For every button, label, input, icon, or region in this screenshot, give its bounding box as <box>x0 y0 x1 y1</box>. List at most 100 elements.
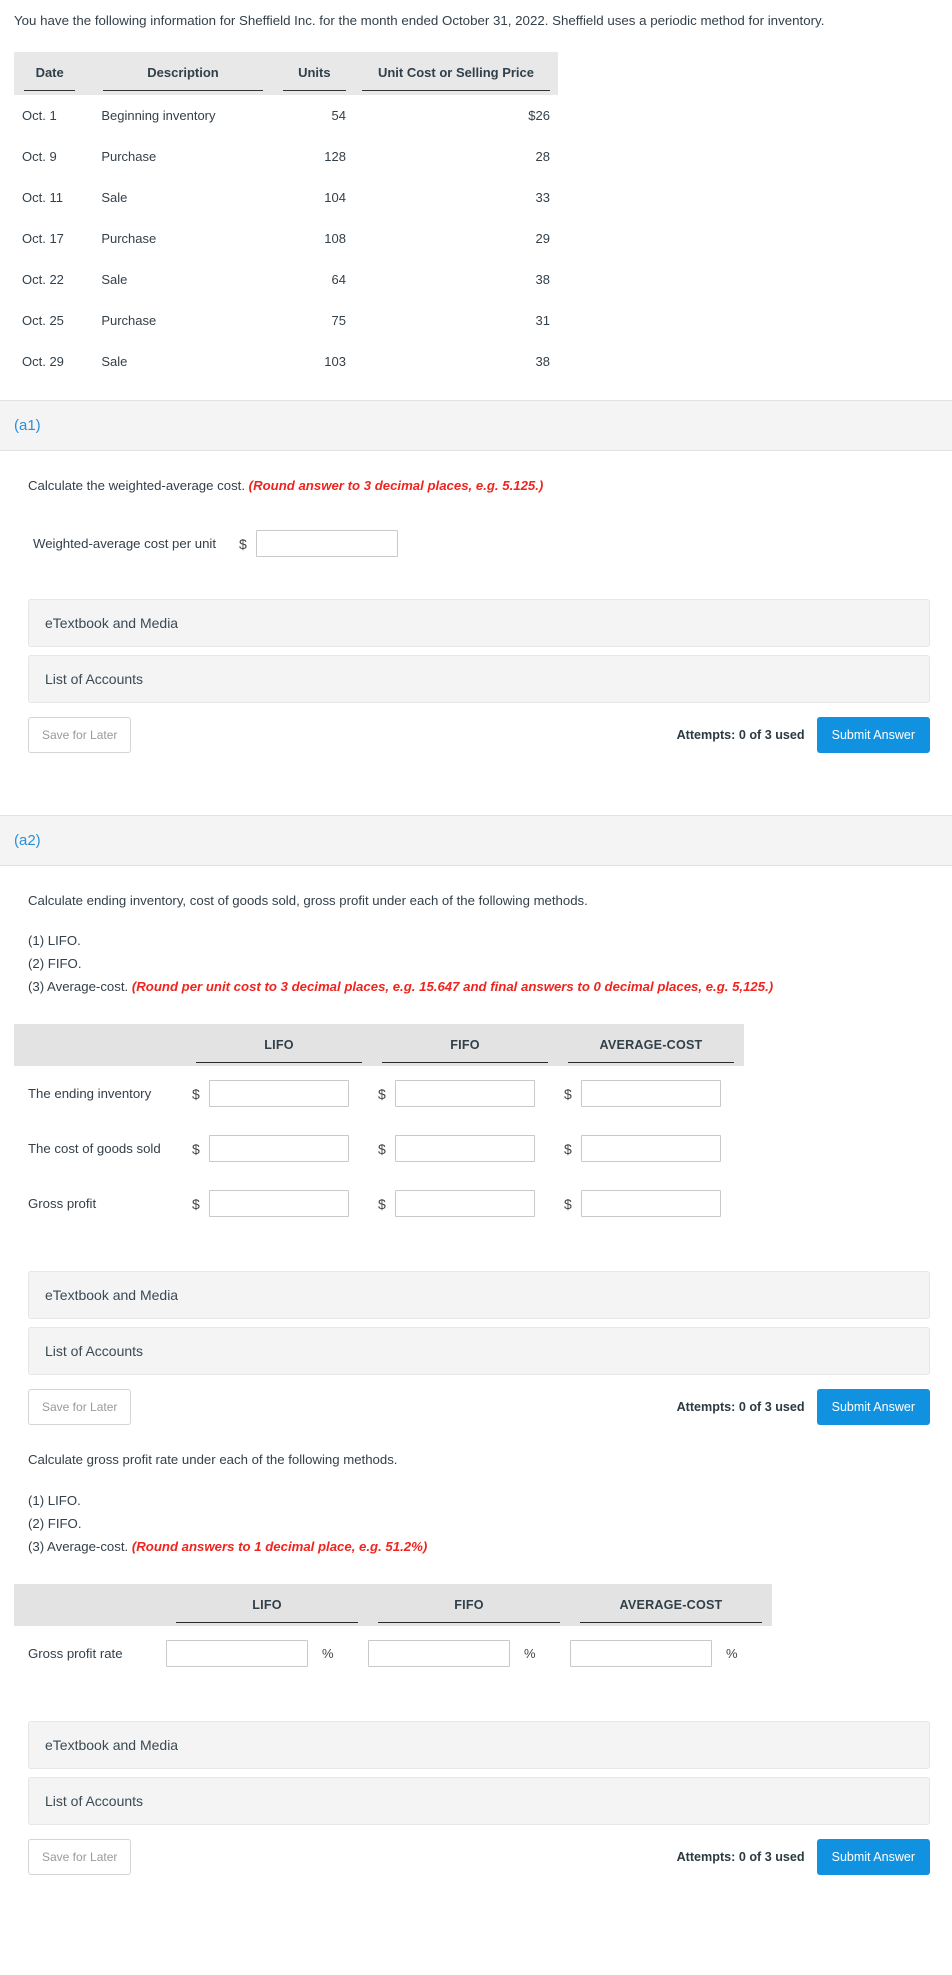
dollar-sign-icon: $ <box>239 535 247 552</box>
table-row: Oct. 25 Purchase 75 31 <box>14 299 558 341</box>
method-label: (2) FIFO. <box>28 956 82 972</box>
gross-profit-lifo-input[interactable] <box>208 1190 349 1218</box>
gross-profit-rate-fifo-input[interactable] <box>368 1639 510 1667</box>
methods-grid-wrap-a2: LIFO FIFO AVERAGE-COST The ending invent… <box>0 1024 952 1231</box>
list-of-accounts-a2[interactable]: List of Accounts <box>28 1327 930 1376</box>
grid-cell-lifo: $ <box>186 1176 372 1231</box>
attempts-counter-a3: Attempts: 0 of 3 used <box>676 1849 805 1864</box>
percent-sign-icon: % <box>524 1645 536 1661</box>
part-label-a1: (a1) <box>0 399 952 451</box>
save-for-later-button-a1[interactable]: Save for Later <box>28 717 132 754</box>
weighted-average-answer-row: Weighted-average cost per unit $ <box>28 530 938 558</box>
ending-inventory-average-cost-input[interactable] <box>580 1080 721 1108</box>
gross-profit-average-cost-input[interactable] <box>580 1190 721 1218</box>
grid-cell-lifo: % <box>166 1626 368 1681</box>
cell-description: Beginning inventory <box>93 94 275 136</box>
save-for-later-button-a3[interactable]: Save for Later <box>28 1838 132 1875</box>
submit-answer-button-a3[interactable]: Submit Answer <box>816 1838 930 1875</box>
part-a2-actions: Save for Later Attempts: 0 of 3 used Sub… <box>0 1389 952 1426</box>
grid-cell-lifo: $ <box>186 1121 372 1176</box>
part-a3-body: Calculate gross profit rate under each o… <box>0 1449 952 1557</box>
etextbook-and-media-a1[interactable]: eTextbook and Media <box>28 599 930 648</box>
cogs-fifo-input[interactable] <box>394 1135 535 1163</box>
cell-price: 31 <box>353 299 558 341</box>
cell-units: 108 <box>274 217 354 259</box>
grid-cell-lifo: $ <box>186 1066 372 1121</box>
gross-profit-rate-lifo-input[interactable] <box>166 1639 308 1667</box>
cell-description: Purchase <box>93 299 275 341</box>
page-bottom-spacer <box>0 1875 952 1975</box>
assignment-page: You have the following information for S… <box>0 0 952 1975</box>
method-list-a3: (1) LIFO. (2) FIFO. (3) Average-cost. (R… <box>28 1489 938 1558</box>
cogs-lifo-input[interactable] <box>208 1135 349 1163</box>
cell-units: 128 <box>274 135 354 177</box>
intro-text: You have the following information for S… <box>14 13 825 28</box>
gross-profit-rate-average-cost-input[interactable] <box>570 1639 712 1667</box>
cell-units: 64 <box>274 258 354 300</box>
list-of-accounts-a3[interactable]: List of Accounts <box>28 1776 930 1825</box>
grid-row-label: Gross profit <box>28 1196 97 1212</box>
grid-header-fifo: FIFO <box>368 1583 570 1626</box>
method-label: (3) Average-cost. <box>28 979 129 995</box>
table-row: Oct. 17 Purchase 108 29 <box>14 217 558 259</box>
method-item: (2) FIFO. <box>28 1512 938 1535</box>
etextbook-and-media-a2[interactable]: eTextbook and Media <box>28 1271 930 1320</box>
methods-grid-body-a2: The ending inventory $ $ $ The cost of g… <box>14 1066 744 1231</box>
dollar-sign-icon: $ <box>192 1140 200 1157</box>
part-a2-resources: eTextbook and Media List of Accounts <box>0 1271 952 1376</box>
table-row: Oct. 22 Sale 64 38 <box>14 258 558 300</box>
cell-date: Oct. 22 <box>14 258 94 300</box>
percent-sign-icon: % <box>322 1645 334 1661</box>
column-header-price: Unit Cost or Selling Price <box>353 51 558 95</box>
cogs-average-cost-input[interactable] <box>580 1135 721 1163</box>
cell-units: 54 <box>274 94 354 136</box>
list-of-accounts-a1[interactable]: List of Accounts <box>28 655 930 704</box>
question-text-a2: Calculate ending inventory, cost of good… <box>28 893 588 909</box>
method-label: (1) LIFO. <box>28 933 81 949</box>
ending-inventory-fifo-input[interactable] <box>394 1080 535 1108</box>
grid-row-ending-inventory: The ending inventory $ $ $ <box>14 1066 744 1121</box>
submit-answer-button-a2[interactable]: Submit Answer <box>816 1389 930 1426</box>
weighted-average-cost-input[interactable] <box>255 530 398 558</box>
grid-header-blank <box>14 1024 186 1067</box>
method-label: (1) LIFO. <box>28 1492 81 1508</box>
cell-price: 28 <box>353 135 558 177</box>
submit-answer-button-a1[interactable]: Submit Answer <box>816 717 930 754</box>
cell-price: 38 <box>353 340 558 382</box>
grid-row-label: Gross profit rate <box>28 1645 123 1661</box>
cell-description: Sale <box>93 258 275 300</box>
cell-price: 33 <box>353 176 558 218</box>
column-header-date: Date <box>14 51 94 95</box>
cell-description: Purchase <box>93 217 275 259</box>
save-for-later-button-a2[interactable]: Save for Later <box>28 1389 132 1426</box>
cell-date: Oct. 17 <box>14 217 94 259</box>
etextbook-and-media-a3[interactable]: eTextbook and Media <box>28 1720 930 1769</box>
method-item: (2) FIFO. <box>28 952 938 975</box>
cell-price: 29 <box>353 217 558 259</box>
round-note-a1: (Round answer to 3 decimal places, e.g. … <box>248 477 544 493</box>
grid-cell-average-cost: $ <box>558 1121 744 1176</box>
table-row: Oct. 1 Beginning inventory 54 $26 <box>14 94 558 136</box>
part-a1-actions: Save for Later Attempts: 0 of 3 used Sub… <box>0 717 952 754</box>
ending-inventory-lifo-input[interactable] <box>208 1080 349 1108</box>
weighted-average-label: Weighted-average cost per unit <box>33 536 217 552</box>
cell-price: $26 <box>353 94 558 136</box>
dollar-sign-icon: $ <box>564 1085 572 1102</box>
table-row: Oct. 11 Sale 104 33 <box>14 176 558 218</box>
cell-units: 104 <box>274 176 354 218</box>
method-item: (1) LIFO. <box>28 929 938 952</box>
dollar-sign-icon: $ <box>378 1195 386 1212</box>
dollar-sign-icon: $ <box>564 1140 572 1157</box>
inventory-table-body: Oct. 1 Beginning inventory 54 $26 Oct. 9… <box>14 94 558 382</box>
methods-grid-a3: LIFO FIFO AVERAGE-COST Gross profit rate… <box>14 1583 772 1681</box>
gross-profit-fifo-input[interactable] <box>394 1190 535 1218</box>
grid-row-gross-profit-rate: Gross profit rate % % % <box>14 1626 772 1681</box>
inventory-table-head: Date Description Units Unit Cost or Sell… <box>14 51 558 95</box>
method-item: (3) Average-cost. (Round per unit cost t… <box>28 975 938 998</box>
grid-cell-average-cost: % <box>570 1626 772 1681</box>
grid-row-label: The cost of goods sold <box>28 1141 161 1157</box>
method-item: (1) LIFO. <box>28 1489 938 1512</box>
methods-grid-head-a2: LIFO FIFO AVERAGE-COST <box>14 1024 744 1067</box>
attempts-counter-a1: Attempts: 0 of 3 used <box>676 728 805 743</box>
